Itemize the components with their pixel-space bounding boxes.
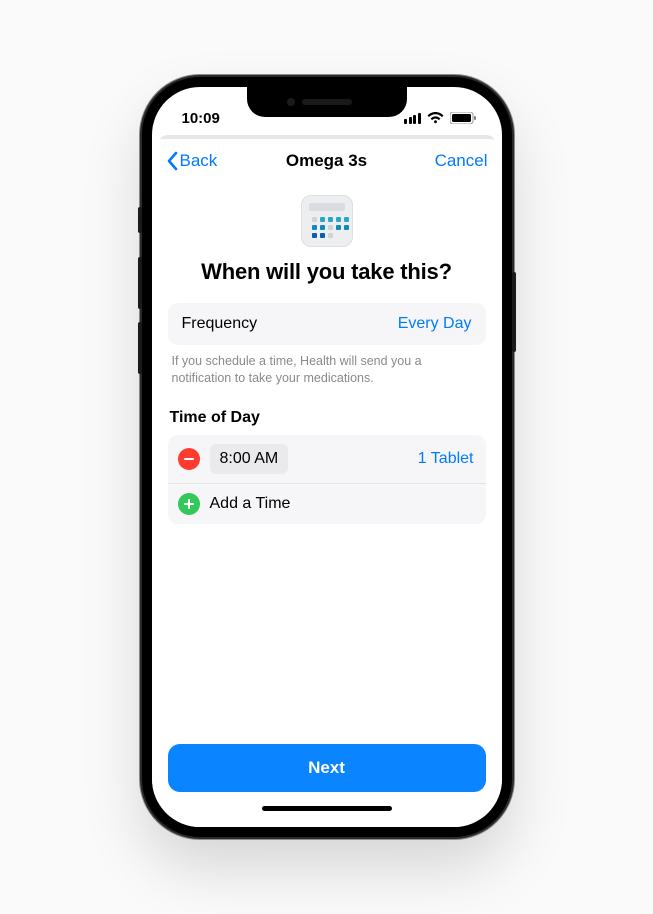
modal-sheet: Back Omega 3s Cancel When will you take — [152, 139, 502, 827]
add-time-label: Add a Time — [210, 495, 291, 513]
page-heading: When will you take this? — [168, 259, 486, 285]
minus-icon — [184, 458, 194, 460]
status-time: 10:09 — [182, 110, 220, 127]
time-row: 8:00 AM 1 Tablet — [168, 435, 486, 483]
wifi-icon — [427, 112, 444, 124]
add-time-row[interactable]: Add a Time — [168, 483, 486, 524]
back-label: Back — [180, 151, 218, 171]
content: When will you take this? Frequency Every… — [152, 183, 502, 744]
volume-down-button[interactable] — [138, 322, 142, 374]
frequency-value: Every Day — [398, 315, 472, 333]
remove-time-button[interactable] — [178, 448, 200, 470]
time-picker[interactable]: 8:00 AM — [210, 444, 289, 474]
time-of-day-list: 8:00 AM 1 Tablet Add a Time — [168, 435, 486, 524]
cellular-icon — [404, 113, 421, 124]
volume-up-button[interactable] — [138, 257, 142, 309]
chevron-left-icon — [166, 151, 178, 171]
frequency-hint: If you schedule a time, Health will send… — [172, 353, 482, 387]
dose-picker[interactable]: 1 Tablet — [418, 450, 474, 468]
next-button[interactable]: Next — [168, 744, 486, 792]
home-indicator[interactable] — [262, 806, 392, 811]
hero-icon-wrap — [168, 195, 486, 247]
frequency-label: Frequency — [182, 315, 258, 333]
battery-icon — [450, 112, 476, 124]
power-button[interactable] — [512, 272, 516, 352]
notch — [247, 87, 407, 117]
cancel-button[interactable]: Cancel — [435, 151, 488, 171]
calendar-icon — [301, 195, 353, 247]
frequency-row[interactable]: Frequency Every Day — [168, 303, 486, 345]
footer: Next — [152, 744, 502, 792]
back-button[interactable]: Back — [166, 151, 218, 171]
status-icons — [404, 112, 476, 124]
add-icon-wrap — [178, 493, 200, 515]
plus-icon — [184, 499, 194, 509]
time-of-day-label: Time of Day — [170, 409, 484, 427]
mute-switch[interactable] — [138, 207, 142, 233]
nav-bar: Back Omega 3s Cancel — [152, 139, 502, 183]
screen: 10:09 Back Omega 3s Cancel — [152, 87, 502, 827]
device-frame: 10:09 Back Omega 3s Cancel — [142, 77, 512, 837]
